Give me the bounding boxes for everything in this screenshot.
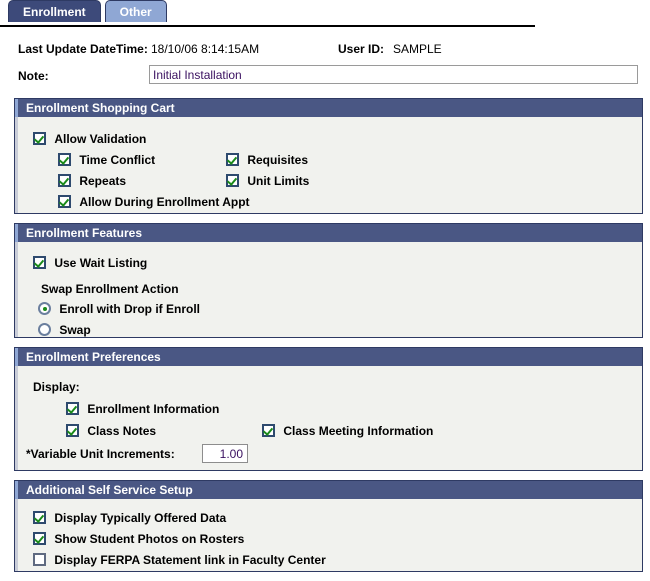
- checkbox-allow-during-enrollment-appt[interactable]: [58, 195, 71, 208]
- label-enrollment-information: Enrollment Information: [87, 402, 220, 416]
- checkbox-row-time-conflict[interactable]: Time Conflict: [58, 153, 155, 167]
- radio-row-swap[interactable]: Swap: [38, 323, 91, 337]
- group-enrollment-features: Enrollment Features Use Wait Listing Swa…: [14, 223, 643, 338]
- note-row: Note:: [18, 65, 650, 89]
- label-repeats: Repeats: [79, 174, 127, 188]
- swap-enrollment-action-text: Swap Enrollment Action: [41, 282, 179, 296]
- label-display-typically-offered-data: Display Typically Offered Data: [54, 511, 227, 525]
- label-variable-unit-increments: *Variable Unit Increments:: [26, 447, 175, 461]
- checkbox-row-class-notes[interactable]: Class Notes: [66, 424, 156, 438]
- last-update-label: Last Update DateTime:: [18, 42, 148, 56]
- variable-unit-increments-text: *Variable Unit Increments:: [26, 447, 175, 461]
- checkbox-time-conflict[interactable]: [58, 153, 71, 166]
- group-body-enrollment-features: Use Wait Listing Swap Enrollment Action …: [15, 242, 642, 337]
- label-allow-during-enrollment-appt: Allow During Enrollment Appt: [79, 195, 250, 209]
- checkbox-row-enrollment-information[interactable]: Enrollment Information: [66, 402, 219, 416]
- group-body-additional-self-service-setup: Display Typically Offered Data Show Stud…: [15, 499, 642, 571]
- label-enroll-with-drop-if-enroll: Enroll with Drop if Enroll: [59, 302, 201, 316]
- tab-other[interactable]: Other: [104, 0, 167, 22]
- tab-bar: Enrollment Other: [0, 0, 650, 28]
- last-update-value: 18/10/06 8:14:15AM: [151, 42, 260, 56]
- group-body-shopping-cart: Allow Validation Time Conflict Requisite…: [15, 117, 642, 213]
- checkbox-show-student-photos-on-rosters[interactable]: [33, 532, 46, 545]
- label-class-meeting-information: Class Meeting Information: [283, 424, 434, 438]
- checkbox-enrollment-information[interactable]: [66, 402, 79, 415]
- tab-underline: [0, 25, 535, 27]
- note-label: Note:: [18, 69, 49, 83]
- checkbox-row-unit-limits[interactable]: Unit Limits: [226, 174, 309, 188]
- group-header-enrollment-features: Enrollment Features: [15, 224, 642, 242]
- label-show-student-photos-on-rosters: Show Student Photos on Rosters: [54, 532, 245, 546]
- checkbox-class-meeting-information[interactable]: [262, 424, 275, 437]
- label-swap-enrollment-action: Swap Enrollment Action: [41, 282, 179, 296]
- label-unit-limits: Unit Limits: [247, 174, 310, 188]
- checkbox-display-typically-offered-data[interactable]: [33, 511, 46, 524]
- radio-swap[interactable]: [38, 323, 51, 336]
- checkbox-repeats[interactable]: [58, 174, 71, 187]
- label-requisites: Requisites: [247, 153, 309, 167]
- checkbox-row-use-wait-listing[interactable]: Use Wait Listing: [33, 256, 147, 270]
- tab-enrollment[interactable]: Enrollment: [8, 0, 101, 22]
- label-use-wait-listing: Use Wait Listing: [54, 256, 148, 270]
- radio-enroll-with-drop-if-enroll[interactable]: [38, 302, 51, 315]
- label-display-ferpa-statement: Display FERPA Statement link in Faculty …: [54, 553, 326, 567]
- checkbox-row-show-student-photos-on-rosters[interactable]: Show Student Photos on Rosters: [33, 532, 244, 546]
- checkbox-row-allow-validation[interactable]: Allow Validation: [33, 132, 146, 146]
- checkbox-requisites[interactable]: [226, 153, 239, 166]
- last-update-row: Last Update DateTime: 18/10/06 8:14:15AM…: [18, 41, 650, 61]
- checkbox-row-repeats[interactable]: Repeats: [58, 174, 126, 188]
- label-time-conflict: Time Conflict: [79, 153, 156, 167]
- note-input[interactable]: [149, 65, 638, 84]
- group-header-shopping-cart: Enrollment Shopping Cart: [15, 99, 642, 117]
- radio-row-enroll-with-drop[interactable]: Enroll with Drop if Enroll: [38, 302, 200, 316]
- checkbox-row-class-meeting-information[interactable]: Class Meeting Information: [262, 424, 433, 438]
- header-info: Last Update DateTime: 18/10/06 8:14:15AM…: [0, 41, 650, 89]
- group-body-enrollment-preferences: Display: Enrollment Information Class No…: [15, 366, 642, 470]
- group-header-additional-self-service-setup: Additional Self Service Setup: [15, 481, 642, 499]
- checkbox-row-allow-during-enrollment-appt[interactable]: Allow During Enrollment Appt: [58, 195, 250, 209]
- checkbox-use-wait-listing[interactable]: [33, 256, 46, 269]
- group-enrollment-preferences: Enrollment Preferences Display: Enrollme…: [14, 347, 643, 471]
- group-header-enrollment-preferences: Enrollment Preferences: [15, 348, 642, 366]
- label-allow-validation: Allow Validation: [54, 132, 147, 146]
- display-text: Display:: [33, 380, 80, 394]
- label-display: Display:: [33, 380, 80, 394]
- label-swap: Swap: [59, 323, 91, 337]
- checkbox-row-display-typically-offered-data[interactable]: Display Typically Offered Data: [33, 511, 226, 525]
- checkbox-class-notes[interactable]: [66, 424, 79, 437]
- variable-unit-increments-input[interactable]: [202, 444, 248, 463]
- checkbox-row-requisites[interactable]: Requisites: [226, 153, 308, 167]
- user-id-value: SAMPLE: [393, 42, 442, 56]
- user-id-label: User ID:: [338, 42, 385, 56]
- checkbox-row-display-ferpa-statement[interactable]: Display FERPA Statement link in Faculty …: [33, 553, 326, 567]
- checkbox-unit-limits[interactable]: [226, 174, 239, 187]
- checkbox-display-ferpa-statement[interactable]: [33, 553, 46, 566]
- group-enrollment-shopping-cart: Enrollment Shopping Cart Allow Validatio…: [14, 98, 643, 214]
- label-class-notes: Class Notes: [87, 424, 157, 438]
- checkbox-allow-validation[interactable]: [33, 132, 46, 145]
- group-additional-self-service-setup: Additional Self Service Setup Display Ty…: [14, 480, 643, 572]
